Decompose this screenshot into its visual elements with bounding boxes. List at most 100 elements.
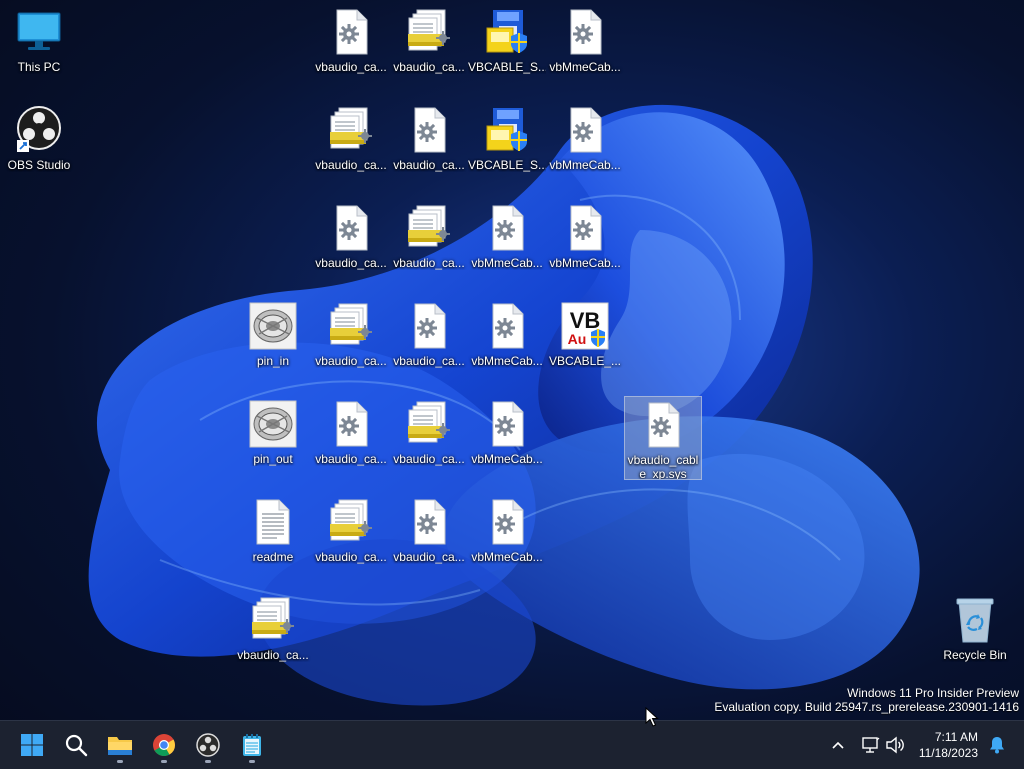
- obs-button[interactable]: [188, 725, 228, 765]
- watermark-line-build: Evaluation copy. Build 25947.rs_prerelea…: [714, 700, 1019, 714]
- search-button[interactable]: [56, 725, 96, 765]
- settings-file-icon: [405, 498, 453, 546]
- evaluation-watermark: Windows 11 Pro Insider Preview Evaluatio…: [714, 686, 1019, 714]
- desktop-icon[interactable]: vbaudio_ca...: [312, 298, 390, 378]
- setup-info-icon: [327, 302, 375, 350]
- settings-file-icon: [561, 204, 609, 252]
- desktop-icon[interactable]: vbaudio_ca...: [390, 298, 468, 378]
- mouse-cursor-icon: [645, 707, 659, 727]
- desktop-icon[interactable]: vbMmeCab...: [546, 4, 624, 84]
- setup-info-icon: [405, 400, 453, 448]
- desktop-icon-label: vbMmeCab...: [549, 158, 621, 172]
- desktop-icon-label: vbaudio_ca...: [393, 452, 465, 466]
- network-icon: [862, 737, 880, 753]
- desktop-icon[interactable]: VBCABLE_S...: [468, 102, 546, 182]
- notifications-button[interactable]: [986, 733, 1008, 757]
- installer-icon: [483, 8, 531, 56]
- search-icon: [65, 734, 88, 757]
- desktop-icon-label: vbaudio_ca...: [315, 60, 387, 74]
- desktop-icon[interactable]: readme: [234, 494, 312, 574]
- settings-file-icon: [483, 400, 531, 448]
- desktop-icon-label: vbaudio_ca...: [393, 256, 465, 270]
- desktop-icon-label: vbMmeCab...: [471, 452, 543, 466]
- desktop-icon-label: readme: [252, 550, 294, 564]
- desktop-icon-label: vbaudio_ca...: [393, 60, 465, 74]
- desktop-icon-label: pin_in: [256, 354, 290, 368]
- desktop-icon-label: vbaudio_ca...: [315, 550, 387, 564]
- desktop-icon[interactable]: vbaudio_ca...: [312, 4, 390, 84]
- running-indicator: [205, 760, 211, 763]
- vb-logo-text: VB: [570, 308, 601, 333]
- desktop-icon-label: vbaudio_ca...: [315, 256, 387, 270]
- settings-file-icon: [639, 401, 687, 449]
- setup-info-icon: [405, 204, 453, 252]
- desktop-icon[interactable]: vbMmeCab...: [546, 102, 624, 182]
- desktop-icon[interactable]: vbMmeCab...: [468, 494, 546, 574]
- settings-file-icon: [561, 106, 609, 154]
- desktop-icon[interactable]: This PC: [0, 4, 78, 84]
- notepad-icon: [243, 734, 261, 756]
- desktop-icon-label: vbaudio_cabl​e_xp.sys: [627, 453, 699, 479]
- system-clock[interactable]: 7:11 AM 11/18/2023: [919, 729, 978, 761]
- settings-file-icon: [327, 8, 375, 56]
- desktop-icon[interactable]: Recycle Bin: [936, 592, 1014, 672]
- desktop-icon-label: vbMmeCab...: [549, 60, 621, 74]
- desktop-icon-label: vbaudio_ca...: [315, 354, 387, 368]
- desktop-icon-label: vbaudio_ca...: [315, 452, 387, 466]
- vb-logo-subtext: Au: [568, 331, 587, 347]
- desktop-icon[interactable]: OBS Studio: [0, 102, 78, 182]
- show-hidden-icons-button[interactable]: [828, 733, 848, 757]
- chrome-icon: [153, 734, 175, 756]
- desktop-icon[interactable]: VB Au VBCABLE_...: [546, 298, 624, 378]
- volume-button[interactable]: [884, 733, 906, 757]
- desktop-icon-label: Recycle Bin: [943, 648, 1007, 662]
- desktop-icon[interactable]: vbaudio_ca...: [312, 200, 390, 280]
- network-button[interactable]: [858, 733, 882, 757]
- desktop-icon[interactable]: vbaudio_ca...: [390, 102, 468, 182]
- desktop-icon-label: VBCABLE_S...: [468, 158, 546, 172]
- desktop-icon-label: vbaudio_ca...: [315, 158, 387, 172]
- settings-file-icon: [483, 204, 531, 252]
- settings-file-icon: [405, 106, 453, 154]
- text-file-icon: [249, 498, 297, 546]
- desktop-icon[interactable]: vbMmeCab...: [546, 200, 624, 280]
- setup-info-icon: [327, 498, 375, 546]
- settings-file-icon: [483, 302, 531, 350]
- desktop-icon[interactable]: vbaudio_ca...: [312, 102, 390, 182]
- watermark-line-edition: Windows 11 Pro Insider Preview: [847, 686, 1019, 700]
- desktop-icon-label: vbMmeCab...: [471, 550, 543, 564]
- desktop-icon-label: vbaudio_ca...: [237, 648, 309, 662]
- running-indicator: [161, 760, 167, 763]
- desktop-icon-label: vbaudio_ca...: [393, 550, 465, 564]
- pin-image-icon: [249, 302, 297, 350]
- desktop-icon-label: pin_out: [253, 452, 293, 466]
- desktop-icon[interactable]: vbaudio_ca...: [234, 592, 312, 672]
- desktop-icon-label: VBCABLE_S...: [468, 60, 546, 74]
- desktop-icon-label: vbMmeCab...: [471, 354, 543, 368]
- clock-date: 11/18/2023: [918, 746, 978, 760]
- desktop-icon-label: vbaudio_ca...: [393, 354, 465, 368]
- obs-icon: [196, 733, 220, 757]
- settings-file-icon: [327, 400, 375, 448]
- desktop-icon[interactable]: vbaudio_ca...: [390, 4, 468, 84]
- start-button[interactable]: [12, 725, 52, 765]
- notepad-button[interactable]: [232, 725, 272, 765]
- desktop-icon[interactable]: pin_in: [234, 298, 312, 378]
- folder-icon: [108, 737, 132, 755]
- desktop-icon[interactable]: vbaudio_ca...: [312, 494, 390, 574]
- desktop-icon[interactable]: pin_out: [234, 396, 312, 476]
- clock-time: 7:11 AM: [934, 730, 978, 744]
- file-explorer-button[interactable]: [100, 725, 140, 765]
- desktop-icon[interactable]: vbMmeCab...: [468, 200, 546, 280]
- settings-file-icon: [327, 204, 375, 252]
- desktop-icon[interactable]: vbaudio_ca...: [312, 396, 390, 476]
- setup-info-icon: [249, 596, 297, 644]
- desktop-icon[interactable]: vbMmeCab...: [468, 396, 546, 476]
- desktop-icon[interactable]: vbaudio_ca...: [390, 396, 468, 476]
- desktop-icon[interactable]: VBCABLE_S...: [468, 4, 546, 84]
- chrome-button[interactable]: [144, 725, 184, 765]
- desktop-icon[interactable]: vbaudio_ca...: [390, 200, 468, 280]
- desktop-icon[interactable]: vbMmeCab...: [468, 298, 546, 378]
- desktop-icon[interactable]: vbaudio_ca...: [390, 494, 468, 574]
- desktop-icon[interactable]: vbaudio_cabl​e_xp.sys: [624, 396, 702, 480]
